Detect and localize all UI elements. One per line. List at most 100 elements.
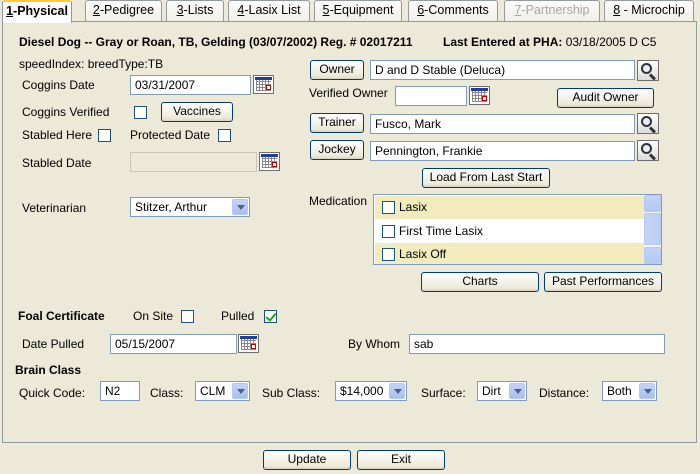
tab-partnership: 7-Partnership <box>504 0 600 21</box>
foal-certificate-title: Foal Certificate <box>18 309 105 323</box>
protected-date-label: Protected Date <box>130 128 211 142</box>
class-select[interactable]: CLM <box>195 381 250 401</box>
update-button[interactable]: Update <box>263 450 351 470</box>
search-icon[interactable] <box>637 140 659 161</box>
speed-index: speedIndex: breedType:TB <box>19 57 164 71</box>
tab-equipment[interactable]: 5-Equipment <box>314 0 402 21</box>
list-item[interactable]: Lasix Off <box>375 243 644 264</box>
scroll-down-icon[interactable] <box>644 247 661 264</box>
veterinarian-value: Stitzer, Arthur <box>135 200 208 214</box>
chevron-down-icon[interactable] <box>389 383 405 399</box>
tab-microchip[interactable]: 8 - Microchip <box>604 0 694 21</box>
coggins-date-input[interactable]: 03/31/2007 <box>130 75 251 95</box>
tab-physical[interactable]: 1-Physical <box>2 0 72 23</box>
date-pulled-input[interactable]: 05/15/2007 <box>110 334 237 354</box>
last-entered: Last Entered at PHA: 03/18/2005 D C5 <box>443 35 656 49</box>
chevron-down-icon[interactable] <box>509 383 525 399</box>
last-entered-value: 03/18/2005 D C5 <box>565 35 657 49</box>
medication-checkbox[interactable] <box>382 201 395 214</box>
medication-item-label: Lasix Off <box>399 247 447 261</box>
stabled-here-checkbox[interactable] <box>98 129 111 142</box>
list-item[interactable]: First Time Lasix <box>375 220 644 243</box>
last-entered-label: Last Entered at PHA: <box>443 35 563 49</box>
date-pulled-label: Date Pulled <box>22 337 85 351</box>
tab-label: - Microchip <box>620 3 685 17</box>
stabled-date-input <box>130 152 257 172</box>
sub-class-value: $14,000 <box>340 384 384 398</box>
veterinarian-select[interactable]: Stitzer, Arthur <box>130 197 250 217</box>
calendar-icon[interactable] <box>469 86 490 105</box>
physical-panel: Diesel Dog -- Gray or Roan, TB, Gelding … <box>2 21 697 443</box>
sub-class-select[interactable]: $14,000 <box>335 381 407 401</box>
tab-hotkey: 5 <box>322 3 330 17</box>
tab-hotkey: 3 <box>176 3 184 17</box>
charts-button[interactable]: Charts <box>421 272 539 292</box>
stabled-here-label: Stabled Here <box>22 128 93 142</box>
owner-button[interactable]: Owner <box>310 60 364 80</box>
past-performances-button[interactable]: Past Performances <box>544 272 662 292</box>
vaccines-button[interactable]: Vaccines <box>161 102 233 122</box>
tab-lasix-list[interactable]: 4-Lasix List <box>228 0 310 21</box>
calendar-icon[interactable] <box>238 334 259 353</box>
protected-date-checkbox[interactable] <box>218 129 231 142</box>
tab-label: -Lasix List <box>244 3 301 17</box>
medication-item-label: First Time Lasix <box>399 224 484 238</box>
coggins-verified-label: Coggins Verified <box>22 105 110 119</box>
tab-label: -Pedigree <box>99 3 155 17</box>
verified-owner-input[interactable] <box>395 86 467 106</box>
load-from-last-start-button[interactable]: Load From Last Start <box>422 168 550 188</box>
on-site-label: On Site <box>133 309 174 323</box>
list-item[interactable]: Lasix <box>375 196 644 219</box>
chevron-down-icon[interactable] <box>639 383 655 399</box>
jockey-button[interactable]: Jockey <box>310 140 364 160</box>
pulled-checkbox[interactable] <box>264 310 277 323</box>
tab-lists[interactable]: 3-Lists <box>166 0 224 21</box>
calendar-icon[interactable] <box>259 152 280 171</box>
scrollbar[interactable] <box>644 195 661 264</box>
search-icon[interactable] <box>637 60 659 81</box>
medication-item-label: Lasix <box>399 200 428 214</box>
tab-label: -Comments <box>424 3 489 17</box>
exit-button[interactable]: Exit <box>357 450 445 470</box>
class-label: Class: <box>150 386 184 400</box>
audit-owner-button[interactable]: Audit Owner <box>557 88 654 108</box>
tab-label: -Partnership <box>521 3 590 17</box>
stabled-date-label: Stabled Date <box>22 156 92 170</box>
pulled-label: Pulled <box>221 309 255 323</box>
trainer-input[interactable]: Fusco, Mark <box>370 114 635 134</box>
distance-select[interactable]: Both <box>602 381 657 401</box>
on-site-checkbox[interactable] <box>181 310 194 323</box>
scroll-thumb[interactable] <box>644 213 661 245</box>
surface-value: Dirt <box>482 384 501 398</box>
medication-checkbox[interactable] <box>382 248 395 261</box>
medication-checkbox[interactable] <box>382 225 395 238</box>
by-whom-label: By Whom <box>348 337 401 351</box>
brain-class-title: Brain Class <box>15 363 82 377</box>
tab-pedigree[interactable]: 2-Pedigree <box>85 0 162 21</box>
tab-hotkey: 1 <box>6 4 14 18</box>
distance-value: Both <box>607 384 632 398</box>
chevron-down-icon[interactable] <box>232 383 248 399</box>
distance-label: Distance: <box>539 386 590 400</box>
tab-comments[interactable]: 6-Comments <box>408 0 498 21</box>
medication-label: Medication <box>309 194 368 208</box>
horse-header: Diesel Dog -- Gray or Roan, TB, Gelding … <box>19 35 413 49</box>
owner-input[interactable]: D and D Stable (Deluca) <box>370 60 635 80</box>
surface-label: Surface: <box>421 386 466 400</box>
coggins-verified-checkbox[interactable] <box>134 106 147 119</box>
quick-code-input[interactable]: N2 <box>100 381 140 401</box>
by-whom-input[interactable]: sab <box>409 334 665 354</box>
coggins-date-label: Coggins Date <box>22 78 95 92</box>
surface-select[interactable]: Dirt <box>477 381 527 401</box>
trainer-button[interactable]: Trainer <box>310 113 364 133</box>
class-value: CLM <box>200 384 226 398</box>
search-icon[interactable] <box>637 113 659 134</box>
scroll-up-icon[interactable] <box>644 195 661 212</box>
quick-code-label: Quick Code: <box>19 386 86 400</box>
tab-hotkey: 2 <box>92 3 100 17</box>
jockey-input[interactable]: Pennington, Frankie <box>370 141 635 161</box>
verified-owner-label: Verified Owner <box>309 86 388 100</box>
chevron-down-icon[interactable] <box>232 199 248 215</box>
calendar-icon[interactable] <box>253 75 274 94</box>
medication-list: Lasix First Time Lasix Lasix Off <box>373 194 662 265</box>
